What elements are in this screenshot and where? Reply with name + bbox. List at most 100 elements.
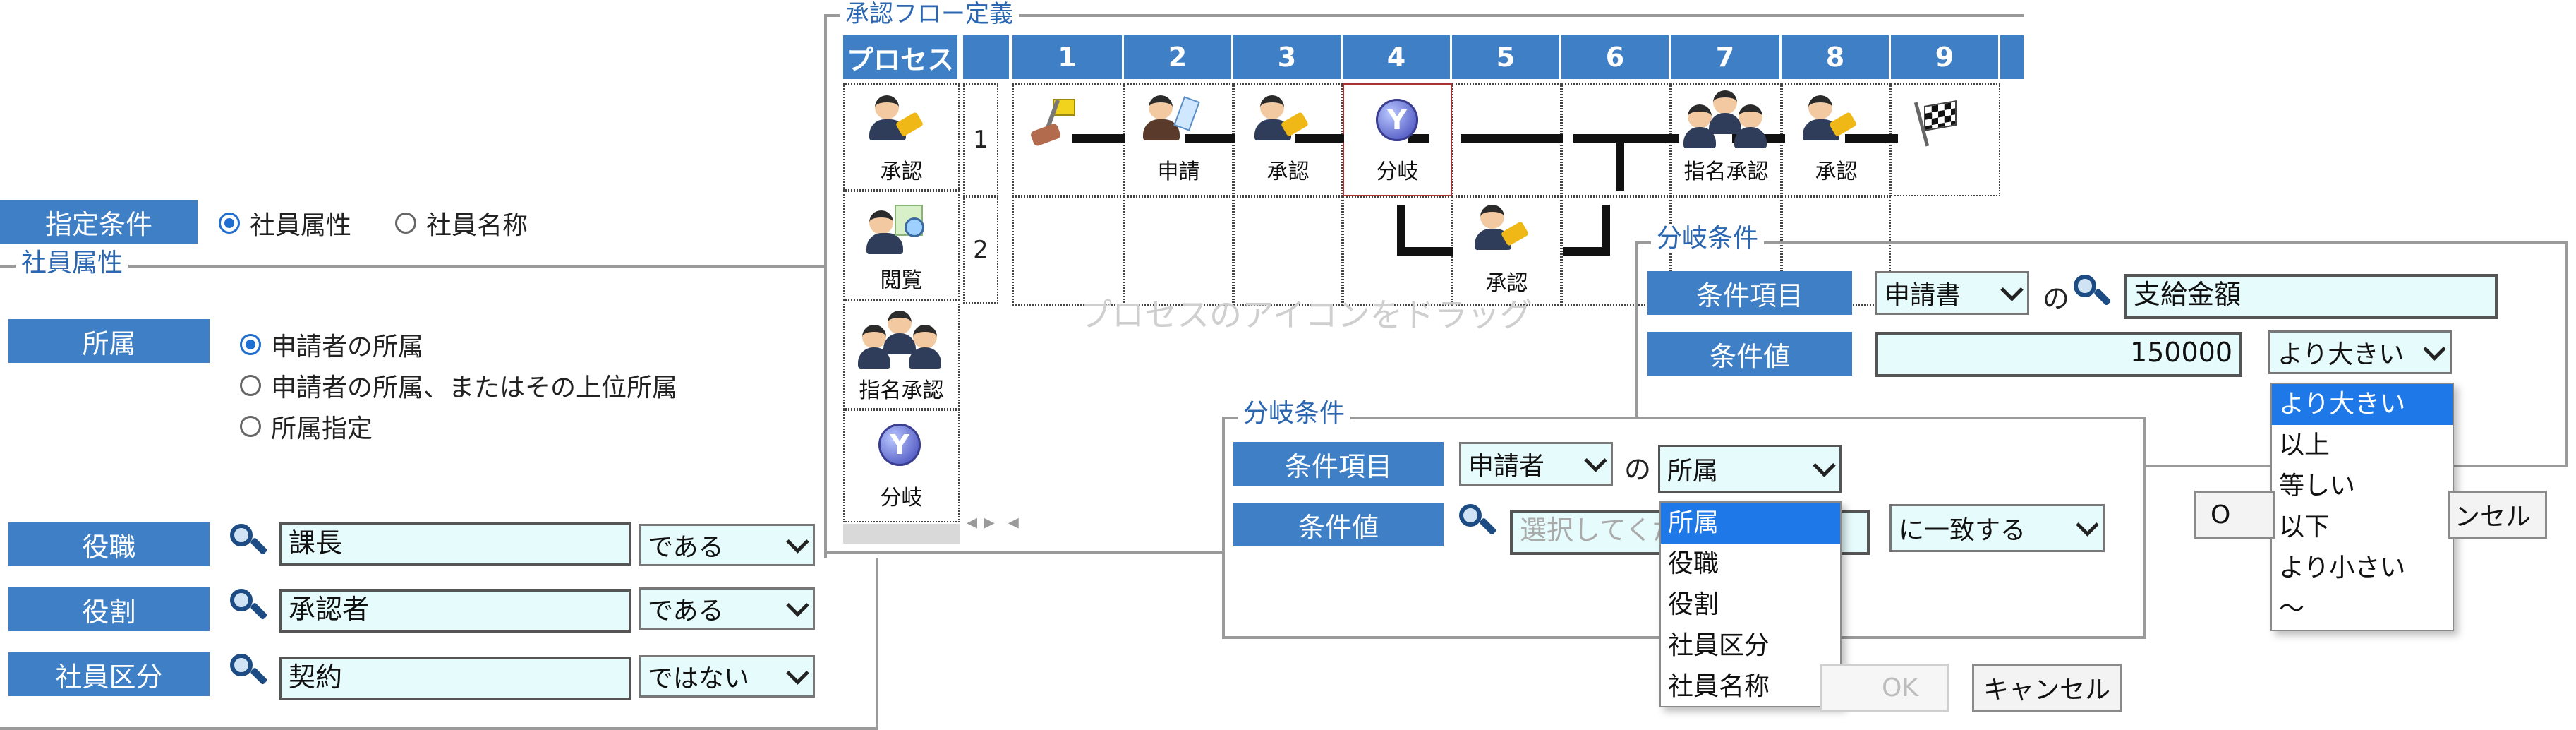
radio-applicant-affiliation[interactable]: 申請者の所属 [240, 326, 423, 363]
column-header-6: 6 [1561, 35, 1671, 79]
dropdown-option[interactable]: 等しい [2272, 466, 2453, 507]
approve-icon [1475, 205, 1531, 254]
chevron-down-icon [2076, 513, 2099, 537]
row-number-2: 2 [963, 196, 998, 304]
select-value: である [648, 597, 724, 626]
branch-condition-legend: 分岐条件 [1651, 225, 1765, 253]
condition-item-input[interactable]: 支給金額 [2124, 274, 2498, 319]
comparison-operator-select[interactable]: より大きい [2268, 330, 2452, 374]
flow-label-apply: 申請 [1157, 160, 1200, 184]
flow-connector [1397, 247, 1453, 256]
dropdown-option[interactable]: 所属 [1661, 503, 1840, 544]
ok-button-back[interactable]: O [2194, 491, 2275, 539]
condition-value-search-icon[interactable] [1456, 501, 1497, 542]
approve-icon [1254, 95, 1311, 145]
role-search-icon[interactable] [227, 586, 268, 627]
employee-class-search-icon[interactable] [227, 651, 268, 692]
dropdown-option[interactable]: 役割 [1661, 585, 1840, 626]
chevron-down-icon [786, 529, 809, 554]
condition-search-icon[interactable] [2071, 272, 2112, 313]
flow-connector [1602, 205, 1610, 256]
match-operator-select[interactable]: に一致する [1889, 504, 2105, 552]
of-text: の [2043, 283, 2070, 314]
column-header-7: 7 [1671, 35, 1782, 79]
chevron-down-icon [1813, 453, 1836, 477]
palette-label-approve: 承認 [880, 160, 923, 184]
position-input[interactable]: 課長 [279, 522, 631, 566]
radio-applicant-or-upper-affiliation[interactable]: 申請者の所属、またはその上位所属 [240, 367, 677, 404]
approve-icon [869, 95, 926, 145]
ok-button[interactable]: OK [1820, 664, 1949, 712]
button-label: OK [1882, 673, 1918, 702]
process-header: プロセス [843, 35, 960, 79]
apply-icon [1143, 95, 1200, 145]
affiliation-label: 所属 [8, 319, 210, 363]
dropdown-option[interactable]: 役職 [1661, 544, 1840, 585]
condition-value-input[interactable]: 150000 [1875, 332, 2242, 377]
chevron-down-icon [786, 661, 809, 685]
dropdown-option[interactable]: ～ [2272, 589, 2453, 630]
flow-connector [1461, 134, 1563, 143]
designated-approve-icon [1683, 90, 1767, 148]
dropdown-option[interactable]: 社員区分 [1661, 626, 1840, 666]
of-text: の [1624, 454, 1652, 485]
flow-inner-bottom-border [824, 551, 1233, 554]
dropdown-option[interactable]: 以上 [2272, 425, 2453, 466]
column-header-8: 8 [1782, 35, 1891, 79]
role-operator-select[interactable]: である [639, 587, 815, 630]
row-number-header [963, 35, 1011, 79]
role-input[interactable]: 承認者 [279, 589, 631, 633]
column-header-extra [2000, 35, 2024, 79]
dropdown-option[interactable]: 以下 [2272, 507, 2453, 548]
employee-attribute-select[interactable]: 所属 [1658, 445, 1842, 493]
horizontal-scroll-arrows[interactable]: ◂ ▸ ◂ [967, 510, 1037, 538]
column-header-4: 4 [1343, 35, 1452, 79]
employee-class-operator-select[interactable]: ではない [639, 655, 815, 698]
palette-label-designated-approve: 指名承認 [859, 378, 944, 403]
dropdown-option[interactable]: より大きい [2272, 384, 2453, 425]
condition-item-label: 条件項目 [1647, 271, 1852, 315]
row-number-1: 1 [963, 83, 998, 196]
cancel-button[interactable]: キャンセル [1972, 664, 2122, 712]
select-value: 所属 [1667, 457, 1719, 486]
chevron-down-icon [786, 593, 809, 617]
radio-affiliation-specified[interactable]: 所属指定 [240, 408, 373, 445]
dropdown-option[interactable]: 社員名称 [1661, 666, 1840, 707]
condition-value-label: 条件値 [1647, 332, 1852, 376]
condition-value-label: 条件値 [1233, 503, 1444, 546]
position-search-icon[interactable] [227, 521, 268, 562]
condition-source-select[interactable]: 申請書 [1875, 271, 2029, 315]
select-value: である [648, 533, 724, 562]
cancel-button-back[interactable]: ンセル [2448, 491, 2547, 539]
radio-employee-attribute[interactable]: 社員属性 [219, 205, 351, 241]
palette-label-view: 閲覧 [880, 268, 923, 293]
comparison-operator-dropdown[interactable]: より大きい 以上 等しい 以下 より小さい ～ [2270, 383, 2454, 631]
select-value: ではない [648, 664, 750, 693]
role-label: 役割 [8, 587, 210, 631]
condition-source-select[interactable]: 申請者 [1459, 442, 1613, 486]
select-value: より大きい [2278, 340, 2405, 369]
radio-circle [395, 213, 416, 234]
approve-icon [1803, 95, 1859, 145]
flow-connector [1573, 134, 1679, 143]
employee-attribute-legend: 社員属性 [16, 249, 129, 277]
radio-label: 申請者の所属、またはその上位所属 [271, 373, 678, 402]
position-operator-select[interactable]: である [639, 524, 815, 566]
condition-item-label: 条件項目 [1233, 442, 1444, 486]
goal-flag-icon [1909, 99, 1965, 152]
designated-approve-icon [858, 311, 941, 369]
employee-attribute-dropdown[interactable]: 所属 役職 役割 社員区分 社員名称 [1659, 501, 1842, 707]
employee-class-input[interactable]: 契約 [279, 657, 631, 700]
palette-scrollbar[interactable] [843, 524, 960, 544]
radio-employee-name[interactable]: 社員名称 [395, 205, 528, 241]
radio-circle-checked [240, 334, 261, 355]
column-header-3: 3 [1233, 35, 1343, 79]
column-header-5: 5 [1452, 35, 1561, 79]
view-icon [866, 205, 930, 254]
button-label: O [2211, 500, 2231, 529]
chevron-down-icon [2000, 277, 2024, 301]
chevron-down-icon [1584, 448, 1607, 472]
dropdown-option[interactable]: より小さい [2272, 548, 2453, 589]
radio-label: 所属指定 [271, 414, 373, 443]
designation-condition-label: 指定条件 [0, 200, 198, 244]
